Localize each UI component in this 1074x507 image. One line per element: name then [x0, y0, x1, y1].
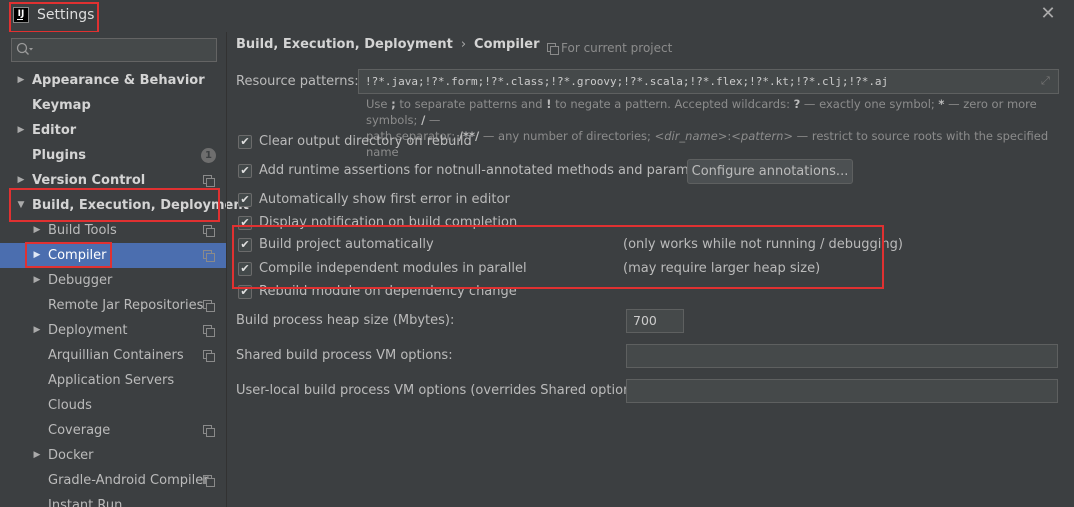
- add-runtime-assertions-checkbox[interactable]: ✔: [238, 164, 252, 178]
- breadcrumb: Build, Execution, Deployment › Compiler: [236, 37, 540, 52]
- sidebar-item-application-servers[interactable]: Application Servers: [0, 368, 226, 393]
- expand-arrow-icon[interactable]: ▶: [31, 318, 43, 343]
- sidebar-item-label: Version Control: [32, 173, 146, 188]
- sidebar-item-plugins[interactable]: Plugins 1: [0, 143, 226, 168]
- shared-vm-options-input[interactable]: [626, 344, 1058, 368]
- sidebar-item-build-tools[interactable]: ▶ Build Tools: [0, 218, 226, 243]
- sidebar-item-label: Docker: [48, 448, 94, 463]
- close-icon[interactable]: ✕: [1038, 4, 1058, 24]
- show-first-error-checkbox[interactable]: ✔: [238, 193, 252, 207]
- project-level-icon: [203, 325, 215, 337]
- sidebar-item-build-execution-deployment[interactable]: ▼ Build, Execution, Deployment: [0, 193, 249, 218]
- expand-arrow-icon[interactable]: ▶: [15, 118, 27, 143]
- settings-sidebar: ▶ Appearance & Behavior Keymap ▶ Editor …: [0, 32, 249, 507]
- breadcrumb-separator: ›: [460, 37, 467, 52]
- sidebar-item-label: Appearance & Behavior: [32, 73, 205, 88]
- user-local-vm-options-label: User-local build process VM options (ove…: [236, 383, 648, 398]
- project-level-icon: [203, 350, 215, 362]
- title-bar: IJ Settings ✕: [0, 0, 1074, 32]
- project-level-icon: [203, 300, 215, 312]
- sidebar-item-clouds[interactable]: Clouds: [0, 393, 226, 418]
- display-notification-checkbox[interactable]: ✔: [238, 216, 252, 230]
- sidebar-item-label: Arquillian Containers: [48, 348, 184, 363]
- resource-patterns-input[interactable]: !?*.java;!?*.form;!?*.class;!?*.groovy;!…: [358, 69, 1059, 94]
- expand-arrow-icon[interactable]: ▶: [15, 68, 27, 93]
- project-level-icon: [203, 425, 215, 437]
- project-level-icon: [203, 225, 215, 237]
- search-input[interactable]: [11, 38, 217, 62]
- build-project-automatically-note: (only works while not running / debuggin…: [623, 237, 903, 252]
- sidebar-item-keymap[interactable]: Keymap: [0, 93, 226, 118]
- checkbox-label: Compile independent modules in parallel: [259, 261, 527, 276]
- sidebar-item-label: Debugger: [48, 273, 113, 288]
- sidebar-item-label: Keymap: [32, 98, 91, 113]
- window-title: Settings: [37, 7, 95, 23]
- project-level-icon: [547, 43, 559, 55]
- sidebar-item-label: Instant Run: [48, 498, 123, 507]
- sidebar-item-label: Plugins: [32, 148, 86, 163]
- checkbox-label: Automatically show first error in editor: [259, 192, 510, 207]
- resource-patterns-label: Resource patterns:: [236, 74, 359, 89]
- sidebar-item-gradle-android-compiler[interactable]: Gradle-Android Compiler: [0, 468, 226, 493]
- sidebar-item-label: Editor: [32, 123, 77, 138]
- sidebar-item-appearance-behavior[interactable]: ▶ Appearance & Behavior: [0, 68, 226, 93]
- configure-annotations-button[interactable]: Configure annotations...: [687, 159, 853, 184]
- heap-size-value: 700: [633, 313, 657, 328]
- heap-size-label: Build process heap size (Mbytes):: [236, 313, 455, 328]
- sidebar-item-coverage[interactable]: Coverage: [0, 418, 226, 443]
- expand-arrow-icon[interactable]: ▶: [31, 268, 43, 293]
- expand-field-icon[interactable]: ⤢: [1041, 75, 1053, 87]
- expand-arrow-icon[interactable]: ▶: [15, 168, 27, 193]
- compile-in-parallel-note: (may require larger heap size): [623, 261, 821, 276]
- sidebar-item-version-control[interactable]: ▶ Version Control: [0, 168, 226, 193]
- checkbox-label: Rebuild module on dependency change: [259, 284, 517, 299]
- intellij-logo-icon: IJ: [13, 7, 29, 23]
- checkbox-label: Clear output directory on rebuild: [259, 134, 472, 149]
- checkbox-label: Add runtime assertions for notnull-annot…: [259, 163, 723, 178]
- compile-in-parallel-checkbox[interactable]: ✔: [238, 262, 252, 276]
- shared-vm-options-label: Shared build process VM options:: [236, 348, 453, 363]
- project-level-icon: [203, 250, 215, 262]
- for-current-project-note: For current project: [547, 41, 672, 55]
- sidebar-item-label: Build Tools: [48, 223, 117, 238]
- breadcrumb-parent: Build, Execution, Deployment: [236, 37, 453, 52]
- for-current-project-label: For current project: [561, 41, 673, 55]
- sidebar-item-label: Clouds: [48, 398, 92, 413]
- breadcrumb-current: Compiler: [474, 37, 540, 52]
- expand-arrow-icon[interactable]: ▶: [31, 243, 43, 268]
- search-icon: [16, 42, 33, 55]
- checkbox-label: Display notification on build completion: [259, 215, 518, 230]
- sidebar-item-docker[interactable]: ▶ Docker: [0, 443, 226, 468]
- checkbox-label: Build project automatically: [259, 237, 434, 252]
- sidebar-item-debugger[interactable]: ▶ Debugger: [0, 268, 226, 293]
- sidebar-item-remote-jar-repositories[interactable]: Remote Jar Repositories: [0, 293, 226, 318]
- sidebar-item-label: Deployment: [48, 323, 128, 338]
- sidebar-item-arquillian-containers[interactable]: Arquillian Containers: [0, 343, 226, 368]
- clear-output-directory-checkbox[interactable]: ✔: [238, 135, 252, 149]
- sidebar-item-label: Build, Execution, Deployment: [32, 198, 249, 213]
- project-level-icon: [203, 175, 215, 187]
- sidebar-item-compiler[interactable]: ▶ Compiler: [0, 243, 226, 268]
- sidebar-item-label: Coverage: [48, 423, 111, 438]
- resource-patterns-value: !?*.java;!?*.form;!?*.class;!?*.groovy;!…: [365, 75, 889, 88]
- project-level-icon: [203, 475, 215, 487]
- sidebar-item-label: Compiler: [48, 248, 107, 263]
- sidebar-item-label: Gradle-Android Compiler: [48, 473, 209, 488]
- rebuild-on-dependency-change-checkbox[interactable]: ✔: [238, 285, 252, 299]
- expand-arrow-icon[interactable]: ▶: [31, 218, 43, 243]
- collapse-arrow-icon[interactable]: ▼: [15, 193, 27, 218]
- expand-arrow-icon[interactable]: ▶: [31, 443, 43, 468]
- sidebar-item-instant-run[interactable]: Instant Run: [0, 493, 226, 507]
- compiler-settings-panel: Build, Execution, Deployment › Compiler Fo…: [227, 32, 1074, 507]
- update-count-badge: 1: [201, 148, 216, 163]
- sidebar-item-label: Application Servers: [48, 373, 175, 388]
- user-local-vm-options-input[interactable]: [626, 379, 1058, 403]
- sidebar-item-editor[interactable]: ▶ Editor: [0, 118, 226, 143]
- sidebar-item-deployment[interactable]: ▶ Deployment: [0, 318, 226, 343]
- heap-size-input[interactable]: 700: [626, 309, 684, 333]
- build-project-automatically-checkbox[interactable]: ✔: [238, 238, 252, 252]
- sidebar-item-label: Remote Jar Repositories: [48, 298, 204, 313]
